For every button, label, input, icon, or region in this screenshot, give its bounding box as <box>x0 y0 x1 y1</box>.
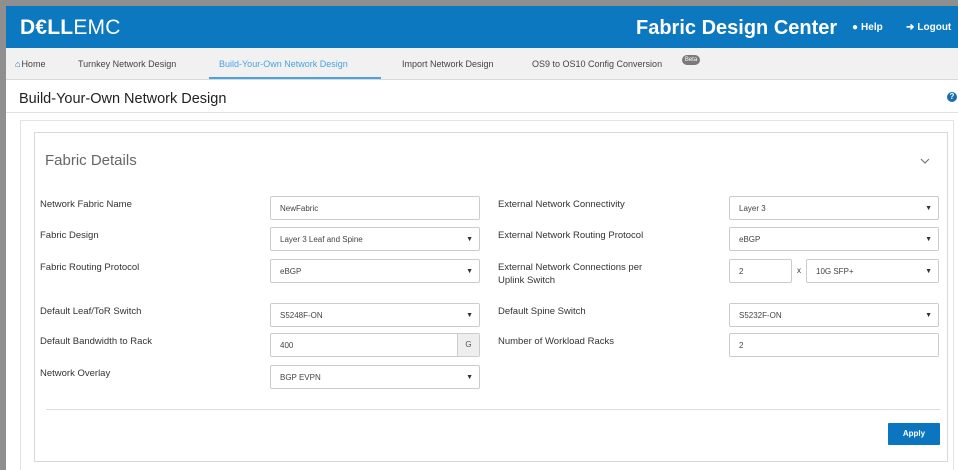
fabric-design-label: Fabric Design <box>40 230 99 241</box>
help-label: Help <box>861 22 883 33</box>
default-leaf-tor-switch-value: S5248F-ON <box>280 311 323 320</box>
default-spine-switch-select[interactable]: S5232F-ON ▼ <box>729 303 939 327</box>
fabric-design-select[interactable]: Layer 3 Leaf and Spine ▼ <box>270 227 480 251</box>
logout-icon: ➜ <box>906 22 915 33</box>
dropdown-caret-icon: ▼ <box>466 312 473 319</box>
fabric-design-value: Layer 3 Leaf and Spine <box>280 235 363 244</box>
external-network-connections-label-line2: Uplink Switch <box>498 275 556 286</box>
external-network-routing-protocol-label: External Network Routing Protocol <box>498 230 644 241</box>
top-header: D€LLEMC Fabric Design Center ● Help ➜ Logo… <box>6 6 958 48</box>
fabric-details-title: Fabric Details <box>45 152 137 169</box>
external-network-routing-protocol-value: eBGP <box>739 235 761 244</box>
dropdown-caret-icon: ▼ <box>925 236 932 243</box>
multiply-sign: x <box>797 266 801 275</box>
active-tab-indicator <box>209 77 381 79</box>
nav-tabs: ⌂Home Turnkey Network Design Build-Your-… <box>6 48 958 80</box>
card-divider <box>46 409 940 410</box>
network-overlay-value: BGP EVPN <box>280 373 321 382</box>
default-bandwidth-to-rack-label: Default Bandwidth to Rack <box>40 336 152 347</box>
dropdown-caret-icon: ▼ <box>925 312 932 319</box>
title-divider <box>6 112 958 113</box>
help-link[interactable]: ● Help <box>852 21 883 35</box>
external-connections-speed-value: 10G SFP+ <box>816 267 854 276</box>
external-network-connectivity-label: External Network Connectivity <box>498 199 625 210</box>
network-fabric-name-label: Network Fabric Name <box>40 199 132 210</box>
chevron-down-icon[interactable] <box>920 156 930 166</box>
default-bandwidth-to-rack-input[interactable]: 400 G <box>270 333 480 357</box>
network-fabric-name-input[interactable]: NewFabric <box>270 196 480 220</box>
default-bandwidth-value: 400 <box>280 341 294 350</box>
network-fabric-name-value: NewFabric <box>280 204 319 213</box>
dropdown-caret-icon: ▼ <box>925 205 932 212</box>
dropdown-caret-icon: ▼ <box>925 268 932 275</box>
external-network-routing-protocol-select[interactable]: eBGP ▼ <box>729 227 939 251</box>
fabric-details-card <box>34 132 948 462</box>
number-of-workload-racks-value: 2 <box>739 341 744 350</box>
bandwidth-unit-addon: G <box>457 334 479 356</box>
app-title: Fabric Design Center <box>636 17 838 39</box>
external-connections-speed-select[interactable]: 10G SFP+ ▼ <box>806 259 939 283</box>
tab-build-your-own-network-design[interactable]: Build-Your-Own Network Design <box>219 58 348 70</box>
tab-os9-to-os10-config-conversion[interactable]: OS9 to OS10 Config Conversion <box>532 58 662 70</box>
apply-button[interactable]: Apply <box>888 423 940 445</box>
help-icon[interactable]: ? <box>947 92 957 102</box>
fabric-routing-protocol-select[interactable]: eBGP ▼ <box>270 259 480 283</box>
dropdown-caret-icon: ▼ <box>466 268 473 275</box>
home-icon: ⌂ <box>15 59 21 69</box>
help-icon: ● <box>852 22 859 33</box>
default-spine-switch-value: S5232F-ON <box>739 311 782 320</box>
number-of-workload-racks-input[interactable]: 2 <box>729 333 939 357</box>
beta-badge: Beta <box>682 55 700 65</box>
tab-home-label: Home <box>21 59 46 69</box>
external-network-connections-label: External Network Connections per <box>498 262 643 273</box>
dell-emc-logo: D€LLEMC <box>20 17 121 39</box>
logo-primary: D€LL <box>20 16 74 39</box>
default-leaf-tor-switch-select[interactable]: S5248F-ON ▼ <box>270 303 480 327</box>
tab-home[interactable]: ⌂Home <box>15 58 45 70</box>
logout-link[interactable]: ➜ Logout <box>906 21 951 35</box>
tab-turnkey-network-design[interactable]: Turnkey Network Design <box>78 58 176 70</box>
dropdown-caret-icon: ▼ <box>466 374 473 381</box>
network-overlay-select[interactable]: BGP EVPN ▼ <box>270 365 480 389</box>
fabric-routing-protocol-value: eBGP <box>280 267 302 276</box>
default-spine-switch-label: Default Spine Switch <box>498 306 586 317</box>
fabric-routing-protocol-label: Fabric Routing Protocol <box>40 262 140 273</box>
tab-import-network-design[interactable]: Import Network Design <box>402 58 494 70</box>
default-leaf-tor-switch-label: Default Leaf/ToR Switch <box>40 306 142 317</box>
logout-label: Logout <box>917 22 952 33</box>
dropdown-caret-icon: ▼ <box>466 236 473 243</box>
page-title: Build-Your-Own Network Design <box>19 91 227 107</box>
network-overlay-label: Network Overlay <box>40 368 111 379</box>
external-connections-count-input[interactable]: 2 <box>729 259 792 283</box>
external-network-connectivity-select[interactable]: Layer 3 ▼ <box>729 196 939 220</box>
external-network-connectivity-value: Layer 3 <box>739 204 766 213</box>
number-of-workload-racks-label: Number of Workload Racks <box>498 336 614 347</box>
logo-secondary: EMC <box>73 16 121 39</box>
external-connections-count-value: 2 <box>739 267 744 276</box>
app-frame: D€LLEMC Fabric Design Center ● Help ➜ Logo… <box>6 6 958 470</box>
